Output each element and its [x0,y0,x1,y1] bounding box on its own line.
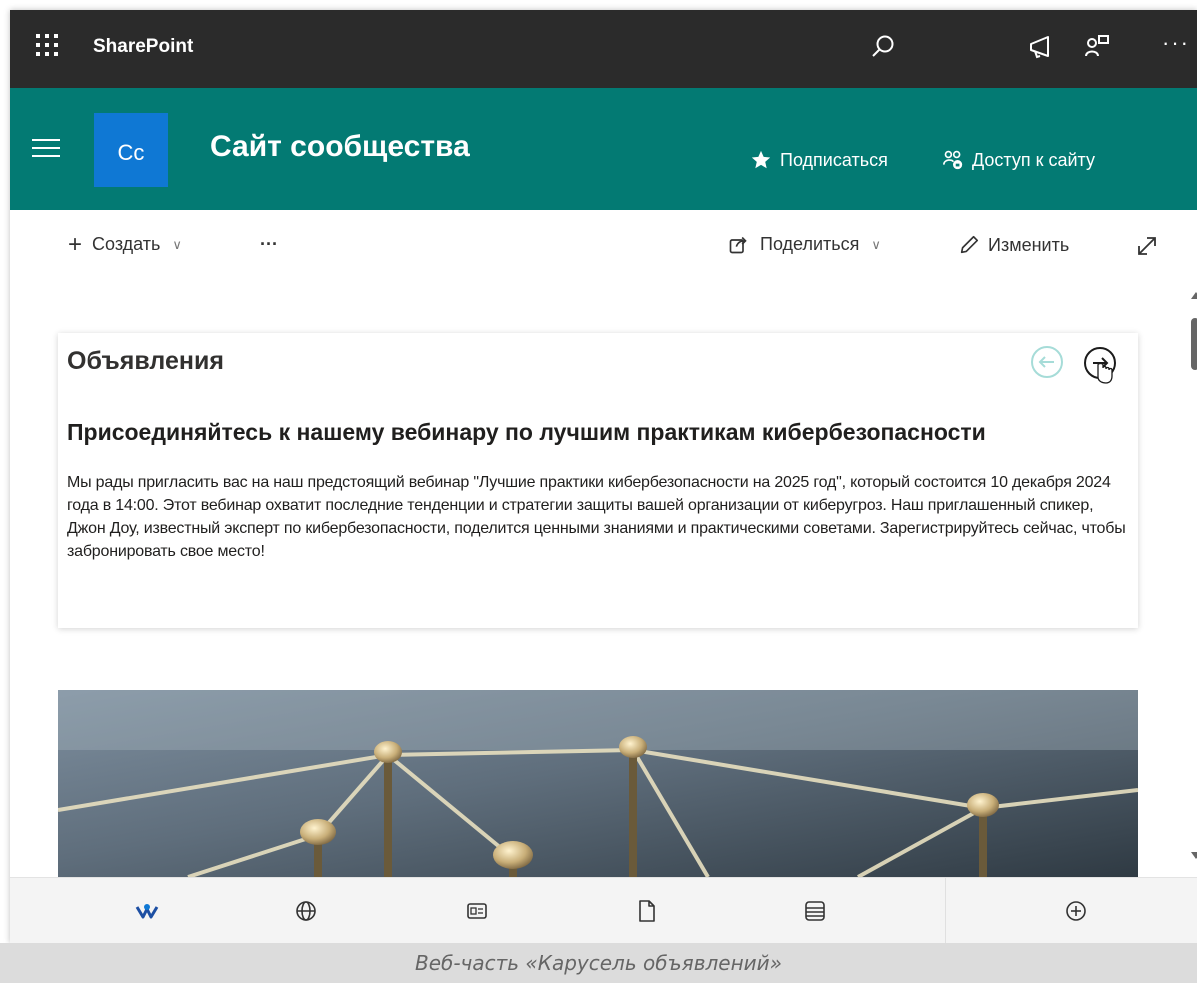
chevron-down-icon: ∨ [871,236,881,252]
network-image [58,690,1138,877]
hand-cursor-icon [1097,362,1113,384]
more-icon[interactable]: ··· [1162,30,1190,56]
add-icon[interactable] [1063,898,1089,924]
hamburger-menu-icon[interactable] [32,139,60,157]
edit-label: Изменить [988,234,1070,255]
access-label: Доступ к сайту [972,149,1095,170]
announcement-body: Мы рады пригласить вас на наш предстоящи… [67,474,1126,560]
chevron-down-icon: ∨ [172,236,182,252]
webpart-toolbox [10,877,1197,943]
toolbox-divider [945,878,946,943]
follow-label: Подписаться [780,149,888,170]
share-label: Поделиться [760,234,860,254]
pencil-icon [960,235,979,254]
megaphone-icon[interactable] [1026,32,1056,62]
star-icon [751,150,771,169]
list-icon[interactable] [802,898,828,924]
webpart-title: Объявления [67,347,224,375]
globe-icon[interactable] [293,898,319,924]
site-title[interactable]: Сайт сообщества [210,130,470,164]
browser-frame: SharePoint ··· Cc Сайт сообщества Подпис… [10,10,1197,943]
expand-icon[interactable] [1135,234,1159,258]
more-commands-button[interactable]: ··· [260,234,278,255]
people-lock-icon [943,150,963,170]
next-arrow-icon[interactable] [1082,345,1120,387]
announcements-webpart: Объявления Присоединяйтесь к нашему веби… [58,333,1138,628]
news-icon[interactable] [464,898,490,924]
previous-arrow-icon[interactable] [1030,345,1064,379]
edit-button[interactable]: Изменить [958,234,1069,256]
plus-icon: + [68,230,83,258]
share-button[interactable]: Поделиться ∨ [728,234,881,255]
scrollbar-thumb[interactable] [1191,318,1197,370]
share-icon [729,236,747,253]
figure-caption: Веб-часть «Карусель объявлений» [0,943,1197,983]
site-logo[interactable]: Cc [94,113,168,187]
app-brand[interactable]: SharePoint [93,36,193,58]
new-label: Создать [92,234,161,254]
scroll-up-arrow[interactable] [1191,292,1197,299]
document-icon[interactable] [634,898,660,924]
site-header: Cc Сайт сообщества Подписаться Доступ к … [10,88,1197,210]
site-access-button[interactable]: Доступ к сайту [942,149,1095,171]
follow-button[interactable]: Подписаться [750,149,888,171]
waffle-icon[interactable] [36,34,60,58]
command-bar: + Создать ∨ ··· Поделиться ∨ Изменить [10,210,1197,280]
viva-icon[interactable] [134,898,160,924]
announcement-heading[interactable]: Присоединяйтесь к нашему вебинару по луч… [67,419,986,446]
new-button[interactable]: + Создать ∨ [68,230,182,258]
scroll-down-arrow[interactable] [1191,852,1197,859]
suite-bar: SharePoint ··· [10,10,1197,88]
search-icon[interactable] [868,32,898,62]
people-icon[interactable] [1082,32,1112,62]
